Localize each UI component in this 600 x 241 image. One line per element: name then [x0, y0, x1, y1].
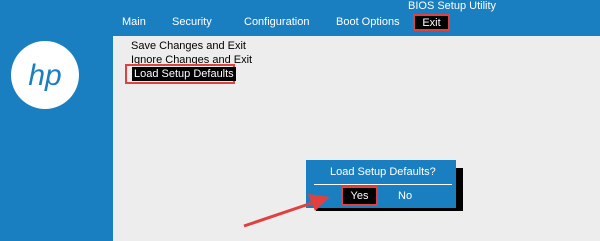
top-menu-bar: Main Security Configuration Boot Options — [0, 14, 600, 36]
option-save-changes-and-exit[interactable]: Save Changes and Exit — [131, 40, 246, 52]
no-button[interactable]: No — [398, 190, 412, 202]
menu-security[interactable]: Security — [172, 16, 212, 28]
yes-button[interactable]: Yes — [341, 186, 378, 206]
svg-text:hp: hp — [28, 59, 61, 92]
dialog-title: Load Setup Defaults? — [330, 166, 436, 178]
option-load-setup-defaults-label: Load Setup Defaults — [132, 67, 236, 81]
menu-exit[interactable]: Exit — [413, 14, 450, 31]
menu-main[interactable]: Main — [122, 16, 146, 28]
hp-logo-icon: hp — [11, 41, 79, 109]
menu-boot-options[interactable]: Boot Options — [336, 16, 400, 28]
window-title: BIOS Setup Utility — [408, 0, 497, 12]
menu-configuration[interactable]: Configuration — [244, 16, 309, 28]
red-arrow-icon — [243, 194, 330, 228]
option-load-setup-defaults[interactable]: Load Setup Defaults — [125, 64, 236, 84]
dialog-divider — [314, 184, 452, 185]
